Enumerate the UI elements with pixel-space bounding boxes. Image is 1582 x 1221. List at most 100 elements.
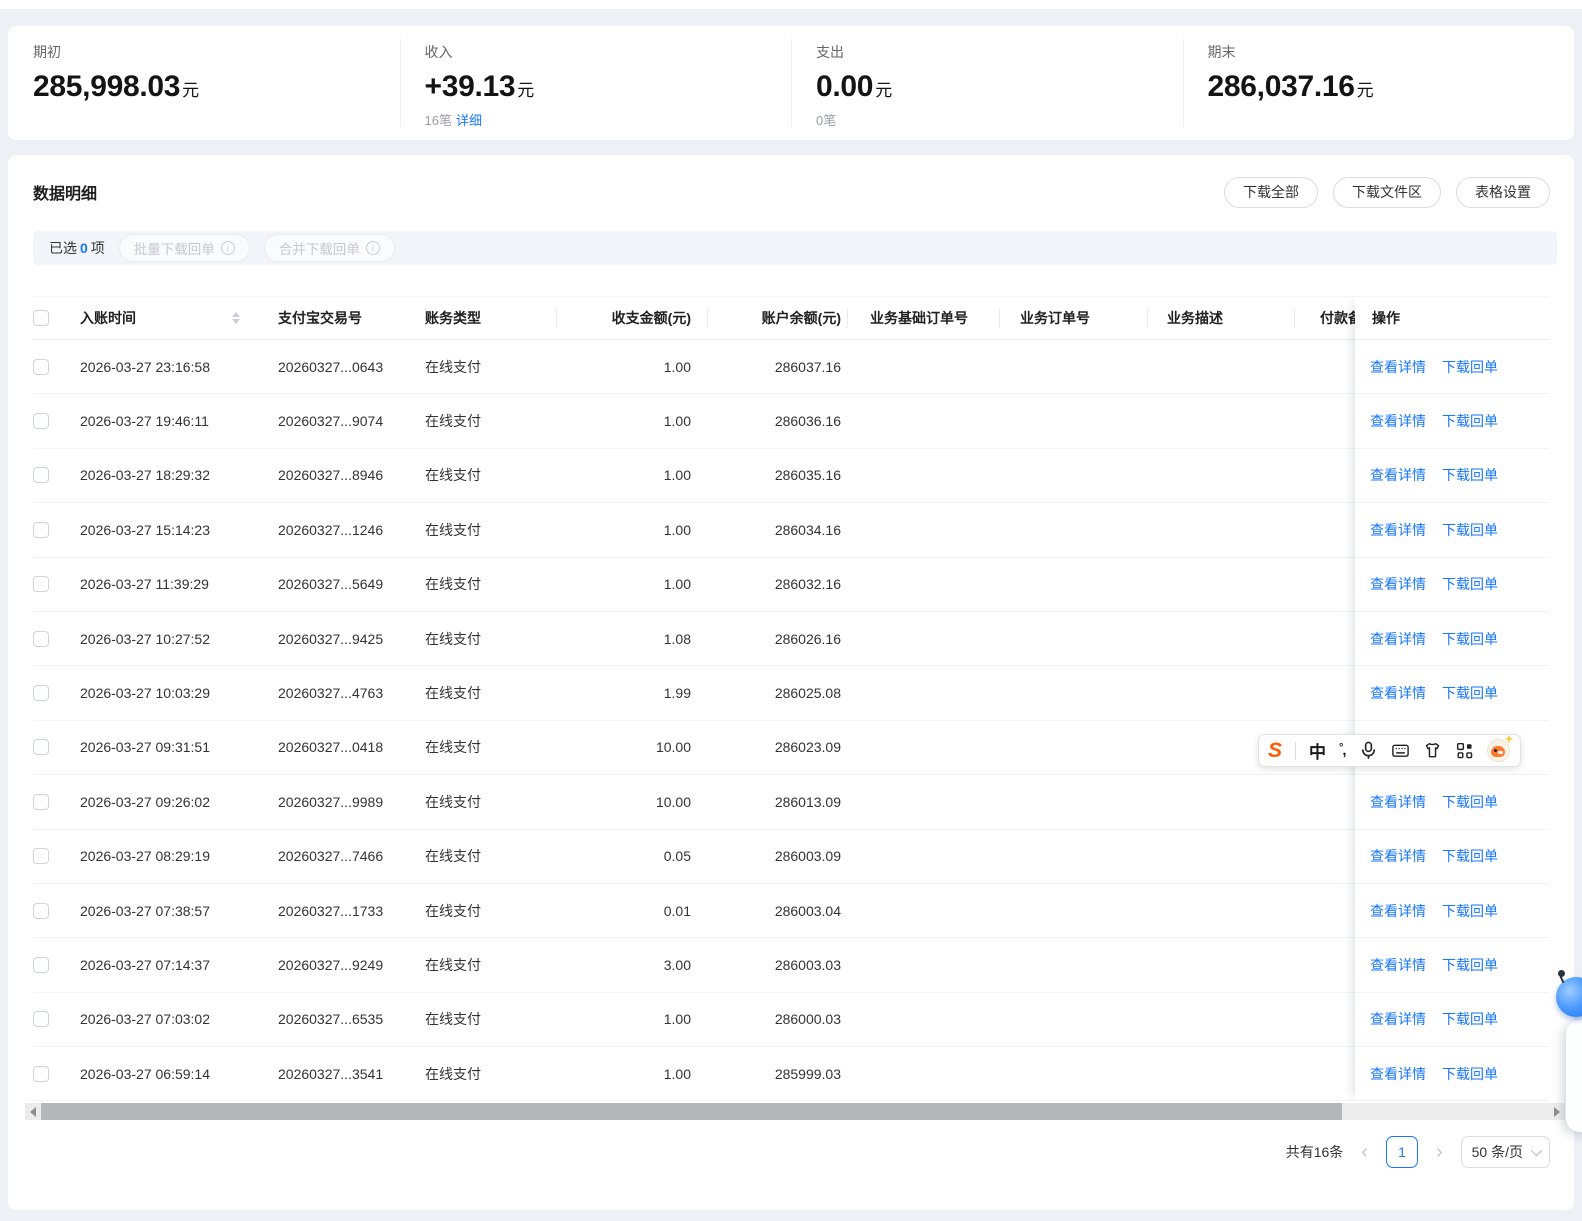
punct-comma: , xyxy=(1342,742,1346,759)
cell-balance: 286037.16 xyxy=(774,358,841,375)
download-zone-button[interactable]: 下载文件区 xyxy=(1333,176,1441,208)
cell-time: 2026-03-27 10:03:29 xyxy=(80,685,210,702)
row-checkbox[interactable] xyxy=(33,413,49,430)
info-icon[interactable]: i xyxy=(365,241,380,255)
download-all-button[interactable]: 下载全部 xyxy=(1224,176,1318,208)
scroll-right-arrow-icon[interactable] xyxy=(1554,1106,1560,1117)
view-detail-link[interactable]: 查看详情 xyxy=(1370,357,1426,377)
download-receipt-link[interactable]: 下载回单 xyxy=(1442,520,1498,540)
summary-label: 期初 xyxy=(33,44,61,60)
cell-amount: 10.00 xyxy=(655,739,691,756)
prev-page-icon[interactable]: ‹ xyxy=(1357,1142,1372,1162)
info-icon[interactable]: i xyxy=(220,241,235,255)
skin-shirt-icon[interactable] xyxy=(1423,741,1442,760)
download-receipt-link[interactable]: 下载回单 xyxy=(1442,357,1498,377)
cell-account-type: 在线支付 xyxy=(425,1065,481,1082)
row-checkbox[interactable] xyxy=(33,685,49,702)
batch-download-button[interactable]: 批量下载回单 i xyxy=(118,234,250,262)
row-checkbox[interactable] xyxy=(33,521,49,538)
view-detail-link[interactable]: 查看详情 xyxy=(1370,520,1426,540)
actions-row: 查看详情 下载回单 xyxy=(1355,1047,1549,1102)
cell-amount: 1.08 xyxy=(663,630,691,647)
row-checkbox[interactable] xyxy=(33,739,49,756)
assistant-robot-icon[interactable] xyxy=(1556,970,1582,1017)
download-receipt-link[interactable]: 下载回单 xyxy=(1442,411,1498,431)
view-detail-link[interactable]: 查看详情 xyxy=(1370,574,1426,594)
cell-balance: 286003.04 xyxy=(774,902,841,919)
row-checkbox[interactable] xyxy=(33,793,49,810)
assistant-card[interactable] xyxy=(1566,1020,1582,1132)
table-settings-button[interactable]: 表格设置 xyxy=(1456,176,1550,208)
cell-txn-id: 20260327...9425 xyxy=(278,630,384,647)
cell-time: 2026-03-27 07:03:02 xyxy=(80,1011,210,1028)
cell-time: 2026-03-27 11:39:29 xyxy=(80,576,209,593)
income-detail-link[interactable]: 详细 xyxy=(456,113,482,128)
header-time-label: 入账时间 xyxy=(80,310,136,326)
download-receipt-link[interactable]: 下载回单 xyxy=(1442,901,1498,921)
view-detail-link[interactable]: 查看详情 xyxy=(1370,1064,1426,1084)
row-checkbox[interactable] xyxy=(33,1065,49,1082)
select-all-checkbox[interactable] xyxy=(33,310,49,326)
view-detail-link[interactable]: 查看详情 xyxy=(1370,683,1426,703)
total-count-text: 共有16条 xyxy=(1285,1144,1344,1160)
row-checkbox[interactable] xyxy=(33,467,49,484)
view-detail-link[interactable]: 查看详情 xyxy=(1370,792,1426,812)
view-detail-link[interactable]: 查看详情 xyxy=(1370,465,1426,485)
download-receipt-link[interactable]: 下载回单 xyxy=(1442,683,1498,703)
pagination: 共有16条 ‹ 1 › 50 条/页 xyxy=(1286,1127,1550,1177)
download-receipt-link[interactable]: 下载回单 xyxy=(1442,574,1498,594)
chinese-mode-icon[interactable]: 中 xyxy=(1309,738,1326,763)
page-size-select[interactable]: 50 条/页 xyxy=(1460,1136,1550,1168)
download-receipt-link[interactable]: 下载回单 xyxy=(1442,465,1498,485)
actions-row: 查看详情 下载回单 xyxy=(1355,394,1549,449)
header-time[interactable]: 入账时间 xyxy=(80,308,278,328)
cell-amount: 1.00 xyxy=(663,576,691,593)
next-page-icon[interactable]: › xyxy=(1432,1142,1447,1162)
cell-balance: 286032.16 xyxy=(774,576,841,593)
scroll-left-arrow-icon[interactable] xyxy=(30,1106,36,1117)
download-receipt-link[interactable]: 下载回单 xyxy=(1442,792,1498,812)
view-detail-link[interactable]: 查看详情 xyxy=(1370,846,1426,866)
ime-toolbar[interactable]: S 中 °, xyxy=(1258,734,1521,767)
scrollbar-thumb[interactable] xyxy=(41,1103,1342,1120)
download-receipt-link[interactable]: 下载回单 xyxy=(1442,955,1498,975)
page-number-button[interactable]: 1 xyxy=(1385,1136,1418,1168)
download-receipt-link[interactable]: 下载回单 xyxy=(1442,1064,1498,1084)
table-row: 2026-03-27 07:14:37 20260327...9249 在线支付… xyxy=(33,938,1549,993)
cell-amount: 1.00 xyxy=(663,467,691,484)
header-description: 业务描述 xyxy=(1148,308,1295,328)
cell-txn-id: 20260327...3541 xyxy=(278,1065,384,1082)
sogou-logo-icon[interactable]: S xyxy=(1268,740,1282,761)
row-checkbox[interactable] xyxy=(33,576,49,593)
view-detail-link[interactable]: 查看详情 xyxy=(1370,629,1426,649)
view-detail-link[interactable]: 查看详情 xyxy=(1370,955,1426,975)
actions-row: 查看详情 下载回单 xyxy=(1355,993,1549,1048)
table-row: 2026-03-27 23:16:58 20260327...0643 在线支付… xyxy=(33,340,1549,395)
download-receipt-link[interactable]: 下载回单 xyxy=(1442,846,1498,866)
toolbox-grid-icon[interactable] xyxy=(1455,741,1474,760)
selected-suffix: 项 xyxy=(90,240,105,256)
selected-count-text: 已选 0 项 xyxy=(49,238,105,258)
cell-balance: 286026.16 xyxy=(774,630,841,647)
row-checkbox[interactable] xyxy=(33,630,49,647)
download-receipt-link[interactable]: 下载回单 xyxy=(1442,1009,1498,1029)
actions-body: 查看详情 下载回单 查看详情 下载回单 查看详情 下载回单 查看详情 下载回单 … xyxy=(1355,340,1549,1102)
microphone-icon[interactable] xyxy=(1359,741,1378,760)
keyboard-icon[interactable] xyxy=(1391,741,1410,760)
row-checkbox[interactable] xyxy=(33,1011,49,1028)
emoji-assistant-icon[interactable] xyxy=(1486,734,1514,763)
merge-download-button[interactable]: 合并下载回单 i xyxy=(263,234,395,262)
view-detail-link[interactable]: 查看详情 xyxy=(1370,1009,1426,1029)
row-checkbox[interactable] xyxy=(33,848,49,865)
view-detail-link[interactable]: 查看详情 xyxy=(1370,901,1426,921)
sort-icon[interactable] xyxy=(232,312,240,324)
download-receipt-link[interactable]: 下载回单 xyxy=(1442,629,1498,649)
row-checkbox[interactable] xyxy=(33,956,49,973)
row-checkbox[interactable] xyxy=(33,358,49,375)
view-detail-link[interactable]: 查看详情 xyxy=(1370,411,1426,431)
top-strip xyxy=(0,0,1582,9)
horizontal-scrollbar[interactable] xyxy=(25,1103,1565,1120)
punctuation-icon[interactable]: °, xyxy=(1339,742,1347,759)
row-checkbox[interactable] xyxy=(33,902,49,919)
selected-count: 0 xyxy=(80,240,88,256)
